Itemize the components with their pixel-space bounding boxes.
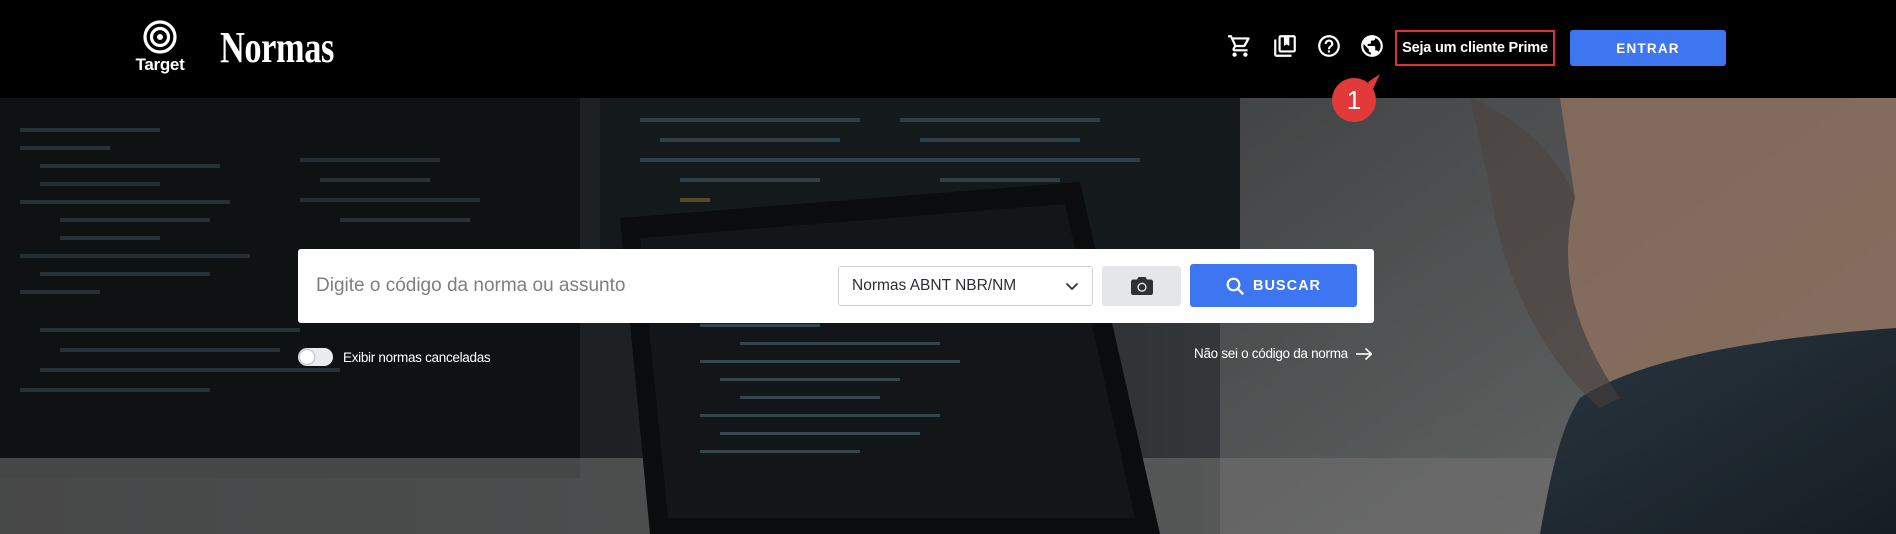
show-canceled-toggle[interactable]: Exibir normas canceladas	[298, 348, 491, 366]
camera-search-button[interactable]	[1102, 266, 1181, 306]
search-button-label: BUSCAR	[1252, 277, 1322, 294]
step-annotation-number: 1	[1346, 84, 1362, 115]
search-card: Normas ABNT NBR/NM BUSCAR	[298, 249, 1374, 323]
cart-icon[interactable]	[1226, 32, 1254, 60]
help-icon[interactable]	[1315, 32, 1343, 60]
top-navbar: Target Normas Seja um cliente Prime ENTR…	[0, 0, 1896, 98]
target-logo-text: Target	[135, 55, 185, 74]
book-collection-icon[interactable]	[1271, 32, 1299, 60]
camera-icon	[1130, 277, 1153, 295]
normas-logo[interactable]: Normas	[220, 22, 334, 74]
target-logo-icon	[143, 20, 177, 54]
step-annotation-badge: 1	[1328, 74, 1380, 126]
norm-type-select[interactable]: Normas ABNT NBR/NM	[838, 266, 1093, 306]
arrow-right-icon	[1355, 347, 1372, 360]
norm-type-select-value: Normas ABNT NBR/NM	[852, 277, 1017, 294]
enter-button[interactable]: ENTRAR	[1570, 30, 1726, 66]
unknown-code-link[interactable]: Não sei o código da norma	[1194, 346, 1373, 361]
search-input[interactable]	[310, 263, 810, 309]
unknown-code-link-label: Não sei o código da norma	[1194, 346, 1348, 361]
target-logo[interactable]: Target	[132, 20, 188, 74]
prime-client-link[interactable]: Seja um cliente Prime	[1395, 30, 1555, 66]
toggle-switch[interactable]	[298, 348, 333, 366]
search-button[interactable]: BUSCAR	[1190, 264, 1357, 307]
show-canceled-label: Exibir normas canceladas	[343, 349, 491, 365]
toggle-knob	[300, 350, 314, 364]
globe-icon[interactable]	[1358, 32, 1386, 60]
search-icon	[1226, 277, 1244, 295]
chevron-down-icon	[1066, 283, 1078, 290]
